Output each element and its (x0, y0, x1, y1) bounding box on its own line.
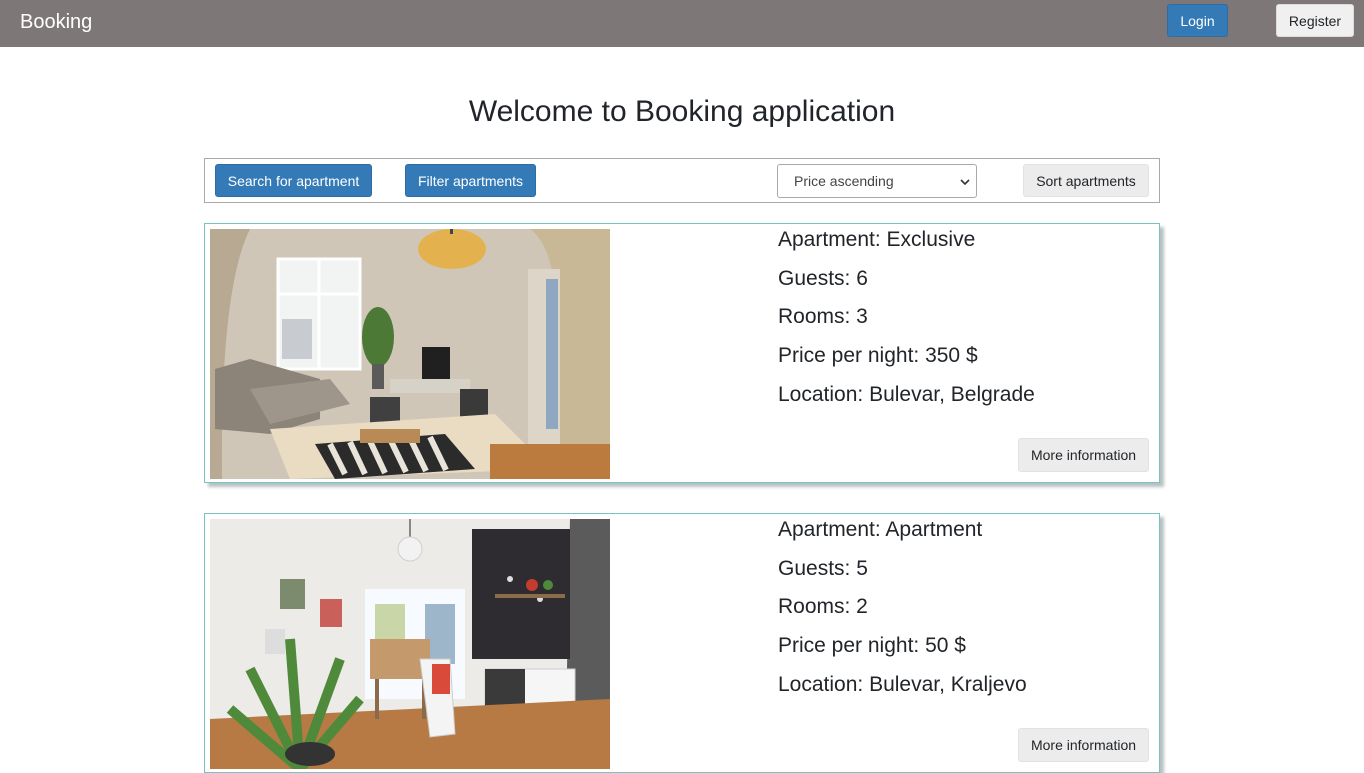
top-navbar: Booking Login Register (0, 0, 1364, 47)
page-title: Welcome to Booking application (468, 95, 896, 128)
apartment-guests: Guests: 5 (778, 557, 868, 580)
search-apartment-button[interactable]: Search for apartment (215, 164, 372, 197)
login-button[interactable]: Login (1167, 4, 1228, 37)
apartment-guests: Guests: 6 (778, 267, 868, 290)
register-button[interactable]: Register (1276, 4, 1354, 37)
apartment-photo (210, 519, 610, 769)
apartment-card: Apartment: Apartment Guests: 5 Rooms: 2 … (204, 513, 1160, 773)
apartment-name: Apartment: Exclusive (778, 228, 976, 251)
apartment-location: Location: Bulevar, Kraljevo (778, 673, 1027, 696)
apartment-card: Apartment: Exclusive Guests: 6 Rooms: 3 … (204, 223, 1160, 483)
apartment-photo (210, 229, 610, 479)
more-information-button[interactable]: More information (1018, 438, 1149, 472)
apartment-name: Apartment: Apartment (778, 518, 983, 541)
apartment-price: Price per night: 50 $ (778, 634, 966, 657)
chevron-down-icon (960, 179, 970, 186)
apartment-location: Location: Bulevar, Belgrade (778, 383, 1035, 406)
sort-order-value: Price ascending (794, 173, 894, 189)
more-information-button[interactable]: More information (1018, 728, 1149, 762)
filter-apartments-button[interactable]: Filter apartments (405, 164, 536, 197)
apartment-rooms: Rooms: 3 (778, 305, 868, 328)
sort-apartments-button[interactable]: Sort apartments (1023, 164, 1149, 197)
apartment-price: Price per night: 350 $ (778, 344, 978, 367)
apartment-toolbar: Search for apartment Filter apartments P… (204, 158, 1160, 203)
brand-link[interactable]: Booking (20, 10, 92, 34)
sort-order-select[interactable]: Price ascending (777, 164, 977, 198)
apartment-rooms: Rooms: 2 (778, 595, 868, 618)
